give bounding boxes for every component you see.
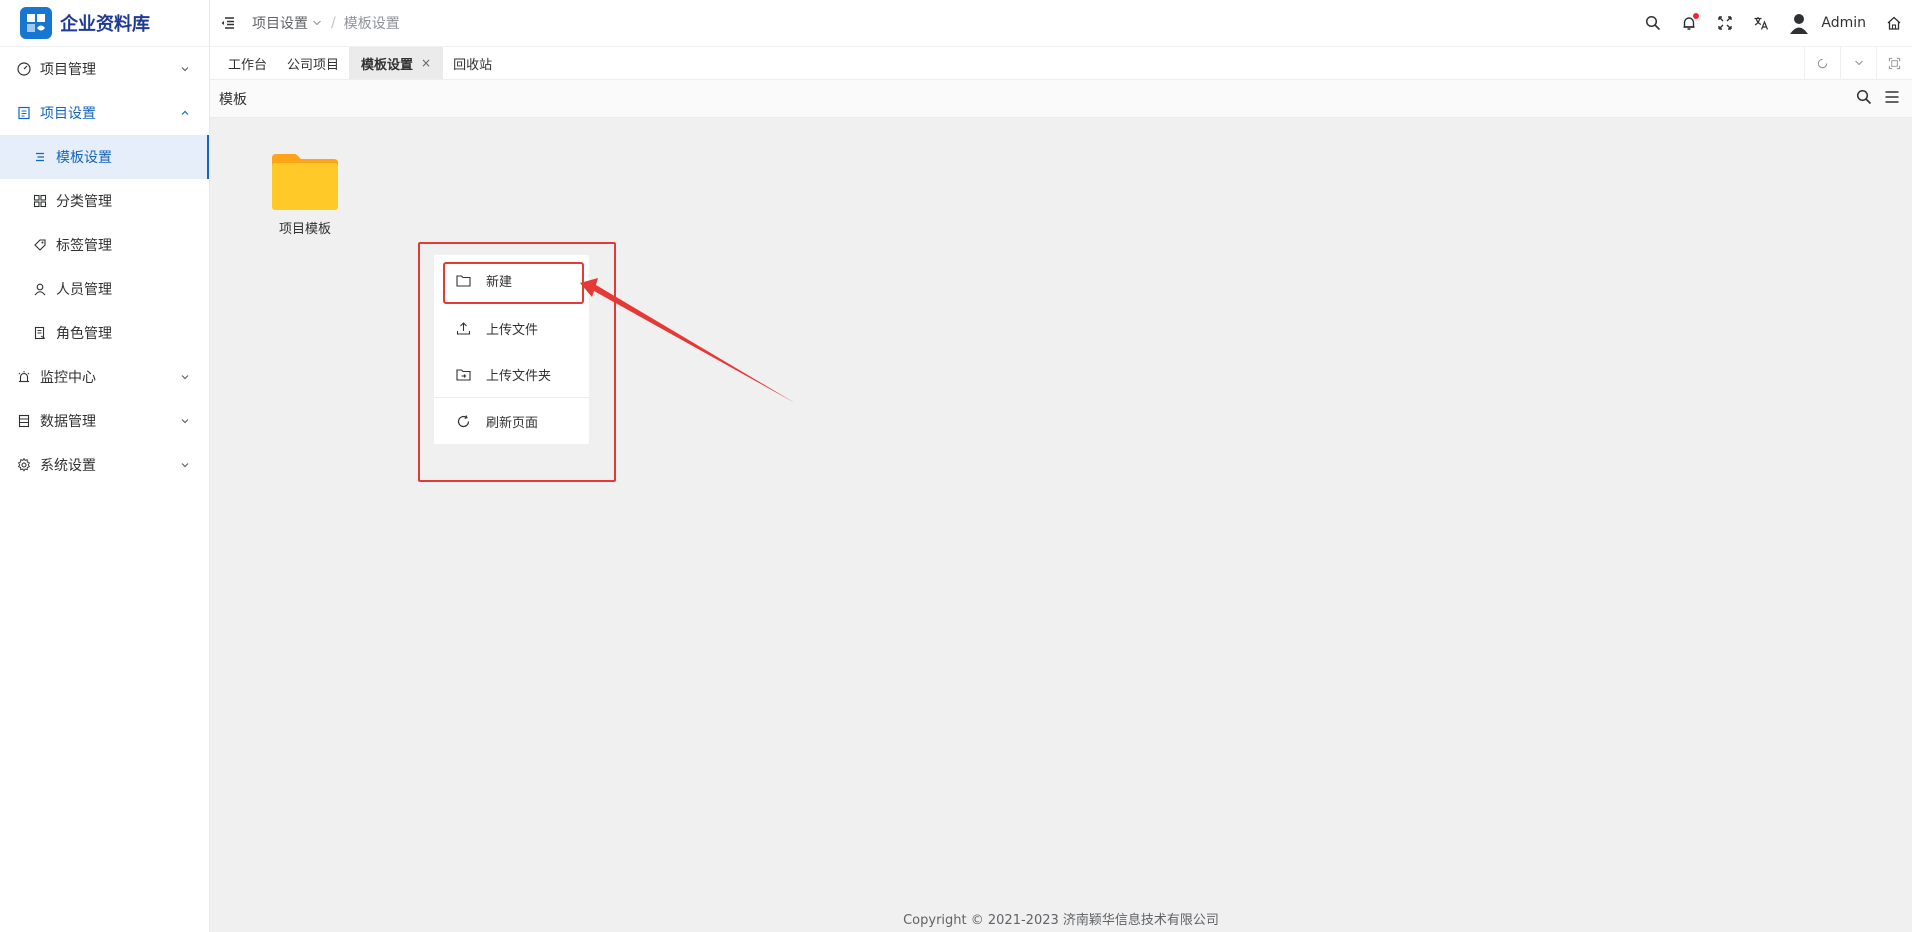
fullscreen-icon[interactable] xyxy=(1707,5,1743,41)
sidebar-item-role-management[interactable]: 角色管理 xyxy=(0,311,209,355)
folder-icon xyxy=(456,272,472,288)
tag-icon xyxy=(32,237,48,253)
user-menu[interactable]: Admin xyxy=(1787,11,1866,35)
chevron-down-icon xyxy=(181,375,189,380)
translate-icon[interactable] xyxy=(1743,5,1779,41)
tab-label: 模板设置 xyxy=(361,57,414,73)
breadcrumb-item[interactable]: 项目设置 xyxy=(252,13,308,33)
maximize-icon[interactable] xyxy=(1876,47,1912,79)
sidebar-item-template-settings[interactable]: 模板设置 xyxy=(0,135,209,179)
menu-icon[interactable] xyxy=(1884,89,1900,109)
sidebar-item-personnel-management[interactable]: 人员管理 xyxy=(0,267,209,311)
sidebar-item-label: 监控中心 xyxy=(40,370,96,386)
tab-label: 工作台 xyxy=(228,57,268,73)
context-menu-upload-folder[interactable]: 上传文件夹 xyxy=(434,351,589,397)
tab-recycle-bin[interactable]: 回收站 xyxy=(443,47,502,79)
sidebar-item-label: 分类管理 xyxy=(56,194,112,210)
context-menu-label: 刷新页面 xyxy=(486,415,539,431)
user-name: Admin xyxy=(1821,15,1866,31)
chevron-down-icon[interactable] xyxy=(311,17,323,29)
search-icon[interactable] xyxy=(1635,5,1671,41)
tab-company-projects[interactable]: 公司项目 xyxy=(277,47,349,79)
chevron-down-icon xyxy=(181,67,189,72)
context-menu-upload-file[interactable]: 上传文件 xyxy=(434,305,589,351)
sidebar-item-label: 人员管理 xyxy=(56,282,112,298)
logo-icon xyxy=(20,7,52,39)
grid-icon xyxy=(32,193,48,209)
sidebar-item-label: 数据管理 xyxy=(40,414,96,430)
sidebar-item-label: 标签管理 xyxy=(56,238,112,254)
menu-collapse-icon[interactable] xyxy=(220,13,240,33)
top-header: 项目设置 / 模板设置 Admin xyxy=(210,0,1912,47)
annotation-arrow xyxy=(580,278,795,403)
notification-dot xyxy=(1693,13,1700,19)
chevron-up-icon xyxy=(181,110,189,115)
avatar-icon xyxy=(1790,14,1809,34)
main-content: 模板 项目模板 新建 上传文件 上传文件夹 刷新页面 Copyright © 2… xyxy=(210,80,1912,932)
refresh-icon xyxy=(456,413,472,429)
tab-bar: 工作台 公司项目 模板设置 × 回收站 xyxy=(210,47,1912,80)
context-menu: 新建 上传文件 上传文件夹 刷新页面 xyxy=(434,255,589,444)
sidebar-item-system-settings[interactable]: 系统设置 xyxy=(0,443,209,487)
context-menu-refresh[interactable]: 刷新页面 xyxy=(434,398,589,444)
sidebar-item-project-management[interactable]: 项目管理 xyxy=(0,47,209,91)
context-menu-label: 上传文件 xyxy=(486,322,539,338)
user-icon xyxy=(32,281,48,297)
chevron-down-icon xyxy=(181,419,189,424)
sidebar-item-label: 系统设置 xyxy=(40,458,96,474)
footer-copyright: Copyright © 2021-2023 济南颖华信息技术有限公司 xyxy=(903,913,1219,928)
upload-icon xyxy=(456,320,472,336)
folder-name: 项目模板 xyxy=(278,222,331,237)
sidebar-item-monitor-center[interactable]: 监控中心 xyxy=(0,355,209,399)
folder-item[interactable]: 项目模板 xyxy=(265,154,345,237)
database-icon xyxy=(16,413,32,429)
folder-icon xyxy=(272,154,338,210)
close-icon[interactable]: × xyxy=(421,56,431,70)
search-icon[interactable] xyxy=(1856,89,1872,109)
breadcrumb-separator: / xyxy=(331,15,336,31)
sidebar-item-label: 项目设置 xyxy=(40,106,96,122)
tab-template-settings[interactable]: 模板设置 × xyxy=(349,47,444,79)
dashboard-icon xyxy=(16,61,32,77)
list-icon xyxy=(32,149,48,165)
document-icon xyxy=(16,105,32,121)
sidebar-item-project-settings[interactable]: 项目设置 xyxy=(0,91,209,135)
app-logo[interactable]: 企业资料库 xyxy=(0,0,209,47)
context-menu-new[interactable]: 新建 xyxy=(434,255,589,305)
sidebar: 企业资料库 项目管理 项目设置 模板设置 分类管理 标签管理 人员管理 角色管理… xyxy=(0,0,210,932)
tab-label: 回收站 xyxy=(453,57,493,73)
tab-label: 公司项目 xyxy=(287,57,340,73)
sidebar-item-label: 项目管理 xyxy=(40,62,96,78)
breadcrumb-item-current: 模板设置 xyxy=(343,16,400,32)
sidebar-item-data-management[interactable]: 数据管理 xyxy=(0,399,209,443)
context-menu-label: 新建 xyxy=(486,274,513,290)
sidebar-item-label: 模板设置 xyxy=(56,150,112,166)
alarm-icon xyxy=(16,369,32,385)
tab-workbench[interactable]: 工作台 xyxy=(210,47,277,79)
role-icon xyxy=(32,325,48,341)
sidebar-item-tag-management[interactable]: 标签管理 xyxy=(0,223,209,267)
context-menu-label: 上传文件夹 xyxy=(486,368,552,384)
upload-folder-icon xyxy=(456,366,472,382)
gear-icon xyxy=(16,457,32,473)
page-title: 模板 xyxy=(219,91,247,108)
bell-icon[interactable] xyxy=(1671,5,1707,41)
sidebar-item-label: 角色管理 xyxy=(56,326,112,342)
reload-tab-icon[interactable] xyxy=(1804,47,1840,79)
sidebar-item-category-management[interactable]: 分类管理 xyxy=(0,179,209,223)
breadcrumb: 项目设置 / 模板设置 xyxy=(252,13,400,33)
content-toolbar: 模板 xyxy=(210,80,1912,118)
app-title: 企业资料库 xyxy=(60,14,150,35)
chevron-down-icon xyxy=(181,463,189,468)
chevron-down-icon[interactable] xyxy=(1840,47,1876,79)
home-icon[interactable] xyxy=(1876,5,1912,41)
